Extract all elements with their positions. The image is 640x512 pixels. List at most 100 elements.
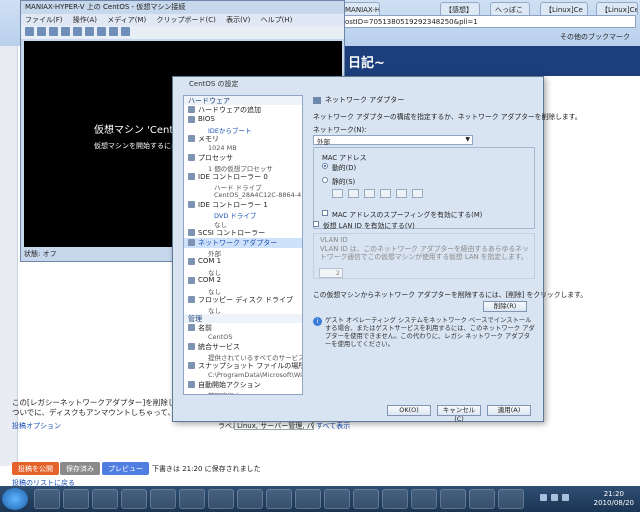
browser-tab[interactable]: 【Linux]Ce — [540, 2, 588, 15]
nic-description: ネットワーク アダプターの構成を指定するか、ネットワーク アダプターを削除します… — [313, 113, 582, 121]
hardware-icon — [188, 258, 195, 265]
volume-icon[interactable] — [551, 494, 558, 501]
taskbar-app-button[interactable] — [266, 489, 292, 509]
tree-item[interactable]: スナップショット ファイルの場所 — [184, 361, 302, 371]
taskbar-app-button[interactable] — [92, 489, 118, 509]
saved-button[interactable]: 保存済み — [60, 462, 100, 475]
save-icon[interactable] — [73, 27, 82, 36]
autosave-status: 下書きは 21:20 に保存されました — [152, 465, 261, 473]
taskbar-app-button[interactable] — [150, 489, 176, 509]
tree-label: IDE コントローラー 0 — [198, 173, 268, 181]
mac-spoof-checkbox[interactable] — [322, 210, 328, 216]
tree-item[interactable]: IDE コントローラー 0 — [184, 172, 302, 182]
flag-icon[interactable] — [562, 494, 569, 501]
taskbar-app-button[interactable] — [237, 489, 263, 509]
browser-tab[interactable]: へっぽこ — [490, 2, 530, 15]
tree-item-detail: 1024 MB — [184, 144, 302, 153]
tree-item[interactable]: ネットワーク アダプター — [184, 238, 302, 248]
taskbar-app-button[interactable] — [469, 489, 495, 509]
mac-field — [364, 189, 375, 198]
tree-label: 管理 — [188, 315, 202, 323]
remove-button[interactable]: 削除(R) — [483, 301, 527, 312]
mac-field — [332, 189, 343, 198]
hardware-icon — [188, 154, 195, 161]
menu-media[interactable]: メディア(M) — [107, 16, 146, 24]
clock[interactable]: 21:20 2010/08/20 — [594, 490, 634, 508]
tree-item-detail: 前回実行中 — [184, 390, 302, 394]
snapshot-icon[interactable] — [109, 27, 118, 36]
tree-item[interactable]: COM 2 — [184, 276, 302, 286]
hardware-icon — [188, 239, 195, 246]
menu-help[interactable]: ヘルプ(H) — [261, 16, 293, 24]
tree-item[interactable]: フロッピー ディスク ドライブ — [184, 295, 302, 305]
ok-button[interactable]: OK(O) — [387, 405, 431, 416]
tree-item[interactable]: BIOS — [184, 115, 302, 125]
shutdown-icon[interactable] — [61, 27, 70, 36]
pause-icon[interactable] — [85, 27, 94, 36]
menu-view[interactable]: 表示(V) — [226, 16, 250, 24]
tab-label: 【Linux]Ce — [545, 6, 583, 14]
post-options-link[interactable]: 投稿オプション — [12, 421, 61, 431]
ctrl-alt-del-icon[interactable] — [25, 27, 34, 36]
start-button[interactable] — [2, 488, 28, 510]
network-select[interactable]: 外部 ▼ — [313, 135, 473, 146]
tree-item-detail: なし — [184, 305, 302, 315]
show-all-link[interactable]: すべて表示 — [316, 421, 350, 431]
mac-static-radio[interactable] — [322, 177, 328, 183]
taskbar-app-button[interactable] — [208, 489, 234, 509]
menu-file[interactable]: ファイル(F) — [25, 16, 63, 24]
hardware-icon — [188, 296, 195, 303]
cancel-button[interactable]: キャンセル(C) — [437, 405, 481, 423]
address-bar[interactable]: ostID=7051380519292348250&pli=1 — [340, 15, 636, 28]
taskbar-app-button[interactable] — [440, 489, 466, 509]
browser-tab[interactable]: MANIAX-HYPER-V 上の CentOS - 仮想マシン接続 — [340, 2, 380, 15]
apply-button[interactable]: 適用(A) — [487, 405, 531, 416]
tree-item[interactable]: SCSI コントローラー — [184, 228, 302, 238]
vlan-id-input[interactable]: 2 — [319, 268, 343, 278]
reset-icon[interactable] — [97, 27, 106, 36]
browser-tab[interactable]: 【感想】 — [440, 2, 480, 15]
tree-label: CentOS — [208, 333, 233, 341]
post-actions: 投稿を公開 保存済み プレビュー 下書きは 21:20 に保存されました — [12, 462, 352, 476]
taskbar-app-button[interactable] — [121, 489, 147, 509]
vlan-checkbox[interactable] — [313, 221, 319, 227]
taskbar-app-button[interactable] — [34, 489, 60, 509]
tree-item[interactable]: ハードウェアの追加 — [184, 105, 302, 115]
publish-button[interactable]: 投稿を公開 — [12, 462, 59, 475]
taskbar-app-button[interactable] — [63, 489, 89, 509]
tab-label: へっぽこ — [495, 6, 523, 14]
tree-item[interactable]: COM 1 — [184, 257, 302, 267]
taskbar-app-button[interactable] — [324, 489, 350, 509]
tree-item[interactable]: プロセッサ — [184, 153, 302, 163]
tab-label: 【Linux]Ce — [601, 6, 638, 14]
taskbar-app-button[interactable] — [179, 489, 205, 509]
mac-spoof-label: MAC アドレスのスプーフィングを有効にする(M) — [332, 211, 483, 219]
tree-item[interactable]: メモリ — [184, 134, 302, 144]
tree-label: ハードウェアの追加 — [198, 106, 261, 114]
taskbar-app-button[interactable] — [411, 489, 437, 509]
taskbar-app-button[interactable] — [498, 489, 524, 509]
tab-label: 【感想】 — [445, 6, 473, 14]
tree-item[interactable]: 統合サービス — [184, 342, 302, 352]
tab-label: MANIAX-HYPER-V 上の CentOS - 仮想マシン接続 — [345, 6, 380, 14]
taskbar-app-button[interactable] — [295, 489, 321, 509]
turn-off-icon[interactable] — [49, 27, 58, 36]
vlan-group-label: VLAN ID — [320, 236, 348, 244]
tree-label: COM 2 — [198, 276, 222, 284]
tree-item[interactable]: IDE コントローラー 1 — [184, 200, 302, 210]
tree-item[interactable]: 自動開始アクション — [184, 380, 302, 390]
taskbar-app-button[interactable] — [382, 489, 408, 509]
network-icon[interactable] — [540, 494, 547, 501]
tree-item[interactable]: 名前 — [184, 323, 302, 333]
other-bookmarks[interactable]: その他のブックマーク — [560, 32, 630, 42]
taskbar-app-button[interactable] — [353, 489, 379, 509]
mac-dynamic-radio[interactable] — [322, 163, 328, 169]
nic-header: ネットワーク アダプター — [309, 95, 539, 107]
start-icon[interactable] — [37, 27, 46, 36]
browser-tab[interactable]: 【Linux]Ce — [596, 2, 638, 15]
menu-action[interactable]: 操作(A) — [73, 16, 97, 24]
preview-button[interactable]: プレビュー — [102, 462, 149, 475]
revert-icon[interactable] — [121, 27, 130, 36]
dialog-buttons: OK(O) キャンセル(C) 適用(A) — [387, 405, 543, 423]
menu-clipboard[interactable]: クリップボード(C) — [156, 16, 215, 24]
